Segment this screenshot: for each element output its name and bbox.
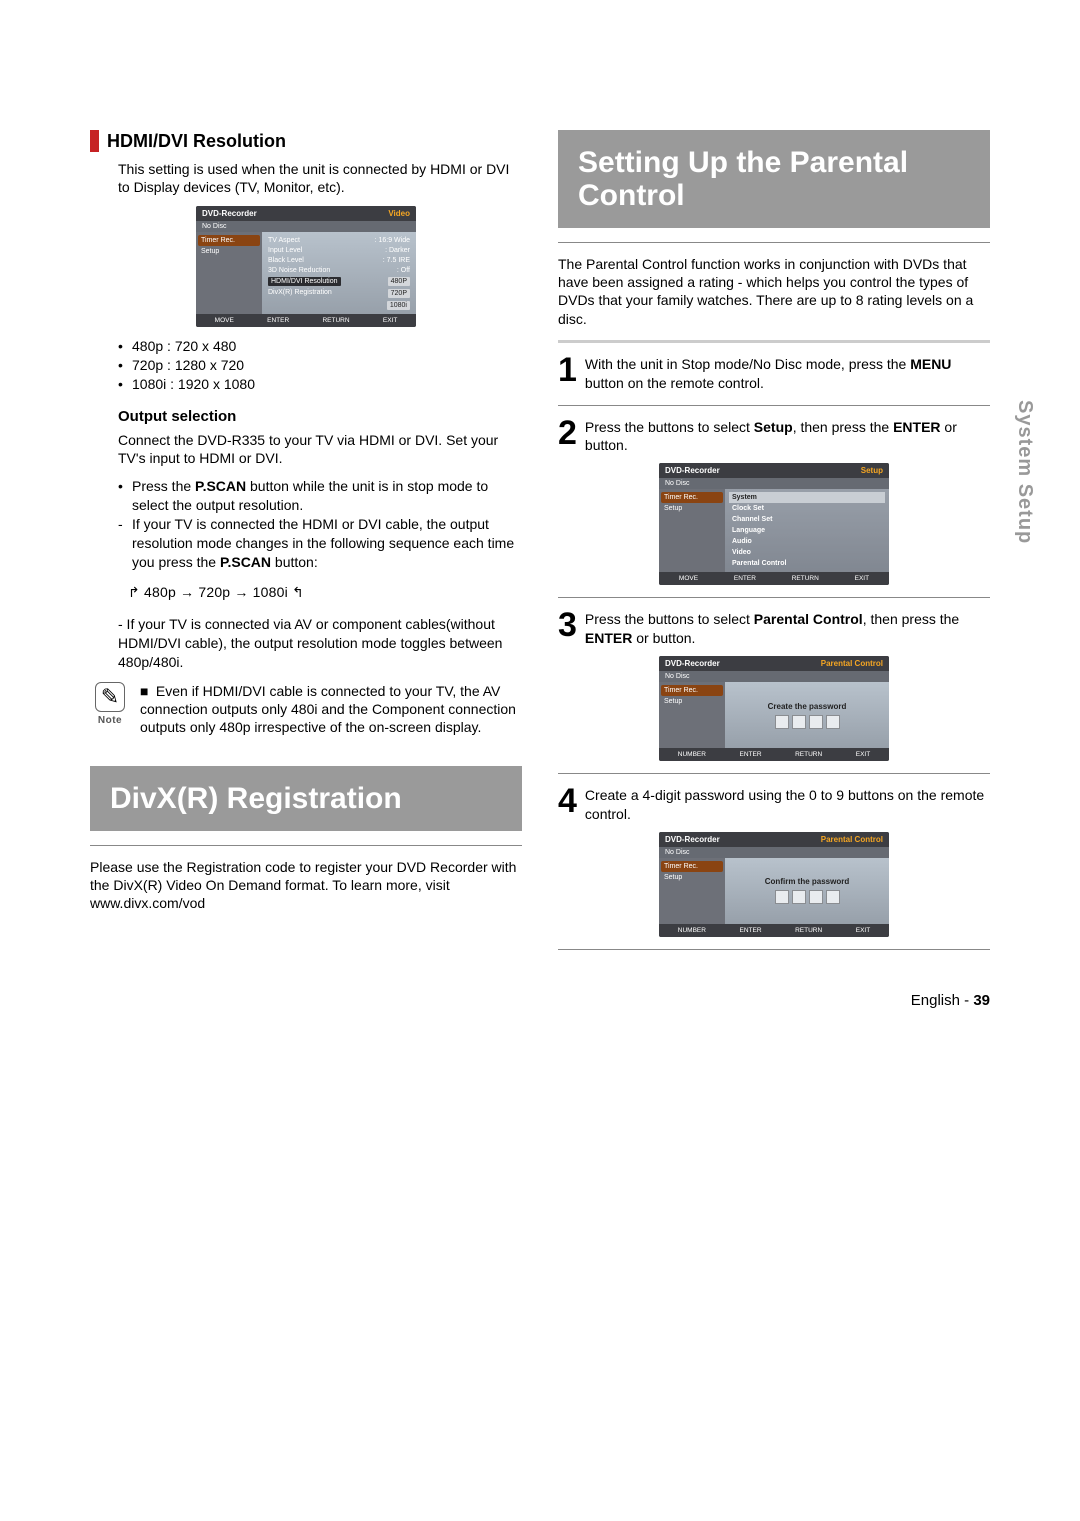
resolution-list: •480p : 720 x 480•720p : 1280 x 720•1080… <box>118 337 522 394</box>
hdmi-heading: HDMI/DVI Resolution <box>90 130 522 152</box>
right-column: Setting Up the Parental Control The Pare… <box>558 130 990 962</box>
heading-bar-icon <box>90 130 99 152</box>
osd-nodisc: No Disc <box>659 478 889 489</box>
osd-nav-item: Timer Rec. <box>661 685 723 696</box>
osd-nav-item: Timer Rec. <box>661 861 723 872</box>
osd-nodisc: No Disc <box>659 671 889 682</box>
step-1: 1 With the unit in Stop mode/No Disc mod… <box>558 355 990 393</box>
divider <box>558 242 990 243</box>
note-block: ✎ Note ■ Even if HDMI/DVI cable is conne… <box>90 682 522 737</box>
osd-nav-item: Timer Rec. <box>198 235 260 246</box>
page-number: English - 39 <box>90 992 990 1009</box>
osd-nodisc: No Disc <box>659 847 889 858</box>
parental-intro: The Parental Control function works in c… <box>558 255 990 328</box>
step-number: 2 <box>558 418 577 456</box>
osd-title: DVD-Recorder <box>665 659 720 668</box>
note-icon: ✎ <box>95 682 125 712</box>
divider <box>558 949 990 950</box>
output-selection-heading: Output selection <box>118 408 522 425</box>
step-number: 3 <box>558 610 577 648</box>
output-bullets: •Press the P.SCAN button while the unit … <box>118 477 522 571</box>
osd-nodisc: No Disc <box>196 221 416 232</box>
divider <box>90 845 522 846</box>
divx-body: Please use the Registration code to regi… <box>90 858 522 913</box>
step-number: 1 <box>558 355 577 393</box>
osd-video-menu: DVD-Recorder Video No Disc Timer Rec. Se… <box>196 206 416 327</box>
password-boxes <box>775 890 840 904</box>
divider <box>558 340 990 343</box>
osd-title: DVD-Recorder <box>665 835 720 844</box>
osd-message: Confirm the password <box>765 877 849 886</box>
divider <box>558 773 990 774</box>
osd-nav-item: Setup <box>661 696 723 707</box>
step-3: 3 Press the buttons to select Parental C… <box>558 610 990 648</box>
osd-nav-item: Setup <box>661 503 723 514</box>
left-column: HDMI/DVI Resolution This setting is used… <box>90 130 522 962</box>
parental-banner: Setting Up the Parental Control <box>558 130 990 228</box>
osd-create-password: DVD-Recorder Parental Control No Disc Ti… <box>659 656 889 761</box>
osd-title: DVD-Recorder <box>202 209 257 218</box>
osd-corner: Setup <box>861 466 883 475</box>
osd-nav-item: Setup <box>661 872 723 883</box>
divx-banner: DivX(R) Registration <box>90 766 522 831</box>
output-intro: Connect the DVD-R335 to your TV via HDMI… <box>118 431 522 467</box>
side-section-tab: System Setup <box>1013 400 1036 544</box>
page: System Setup HDMI/DVI Resolution This se… <box>90 0 990 1069</box>
note-text: Even if HDMI/DVI cable is connected to y… <box>140 683 516 735</box>
step-4: 4 Create a 4-digit password using the 0 … <box>558 786 990 824</box>
step-number: 4 <box>558 786 577 824</box>
hdmi-intro: This setting is used when the unit is co… <box>118 160 522 196</box>
osd-corner: Video <box>388 209 410 218</box>
osd-setup-menu: DVD-Recorder Setup No Disc Timer Rec. Se… <box>659 463 889 585</box>
step-2: 2 Press the buttons to select Setup, the… <box>558 418 990 456</box>
osd-title: DVD-Recorder <box>665 466 720 475</box>
divider <box>558 405 990 406</box>
osd-message: Create the password <box>768 702 847 711</box>
output-after-cycle: - If your TV is connected via AV or comp… <box>118 615 522 672</box>
osd-corner: Parental Control <box>821 659 883 668</box>
divider <box>558 597 990 598</box>
hdmi-heading-text: HDMI/DVI Resolution <box>107 131 286 152</box>
osd-confirm-password: DVD-Recorder Parental Control No Disc Ti… <box>659 832 889 937</box>
note-label: Note <box>90 715 130 726</box>
osd-corner: Parental Control <box>821 835 883 844</box>
osd-nav-item: Setup <box>198 246 260 257</box>
osd-nav-item: Timer Rec. <box>661 492 723 503</box>
resolution-cycle: ↱ 480p → 720p → 1080i ↰ <box>126 584 306 601</box>
password-boxes <box>775 715 840 729</box>
